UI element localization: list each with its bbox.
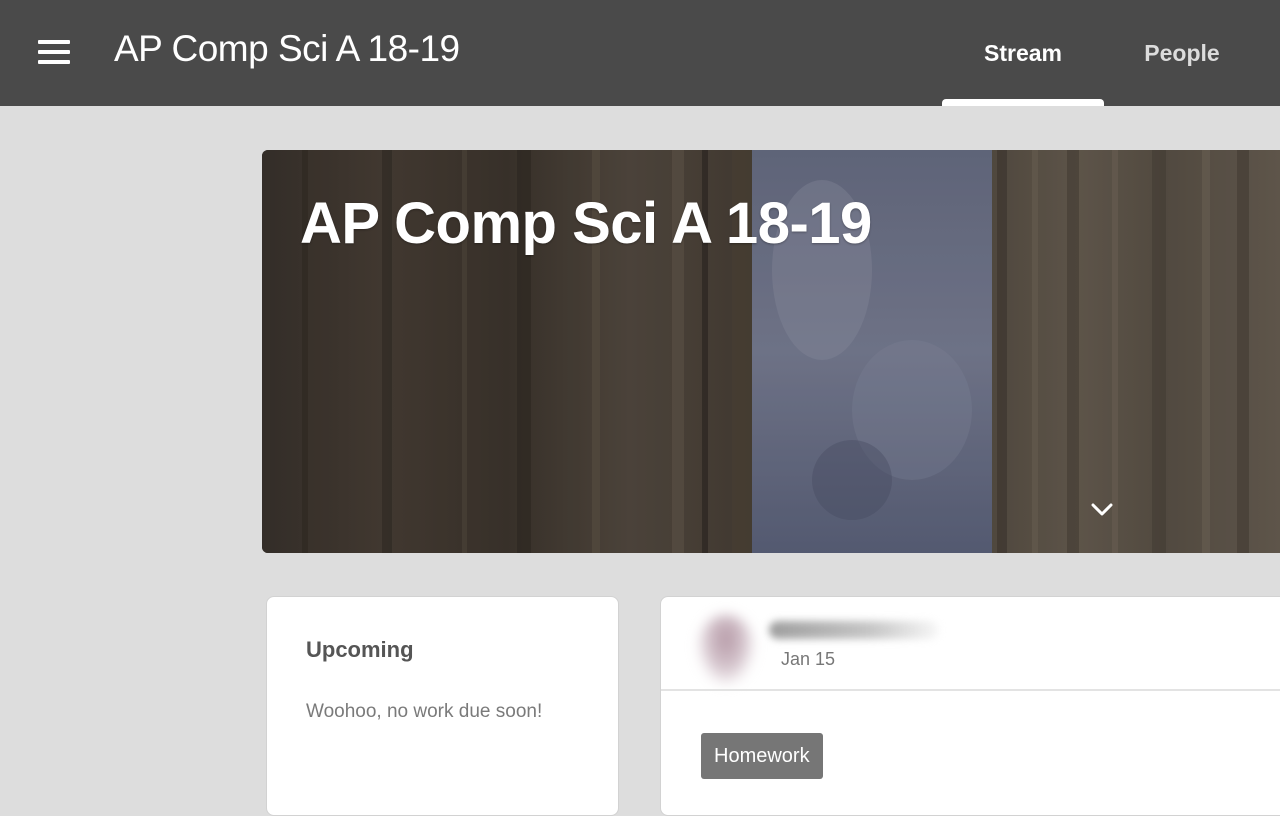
active-tab-indicator <box>942 99 1104 106</box>
upcoming-title: Upcoming <box>306 637 414 662</box>
tab-people[interactable]: People <box>1108 0 1256 106</box>
tab-stream-label: Stream <box>984 39 1062 66</box>
class-banner: AP Comp Sci A 18-19 <box>262 150 1280 553</box>
post-date: Jan 15 <box>781 649 836 669</box>
upcoming-card: Upcoming Woohoo, no work due soon! <box>266 596 619 816</box>
author-name-blurred <box>769 621 939 639</box>
banner-class-title: AP Comp Sci A 18-19 <box>300 191 872 256</box>
avatar <box>697 615 755 685</box>
class-title[interactable]: AP Comp Sci A 18-19 <box>114 28 460 70</box>
chevron-down-icon[interactable] <box>1084 492 1120 528</box>
upcoming-empty-message: Woohoo, no work due soon! <box>306 701 543 722</box>
post-divider <box>661 689 1280 691</box>
hamburger-menu-icon[interactable] <box>30 30 78 74</box>
topic-chip[interactable]: Homework <box>701 733 823 779</box>
stream-post-card[interactable]: Jan 15 Homework <box>660 596 1280 816</box>
tab-people-label: People <box>1144 39 1220 66</box>
tab-stream[interactable]: Stream <box>942 0 1104 106</box>
top-app-bar: AP Comp Sci A 18-19 Stream People <box>0 0 1280 106</box>
